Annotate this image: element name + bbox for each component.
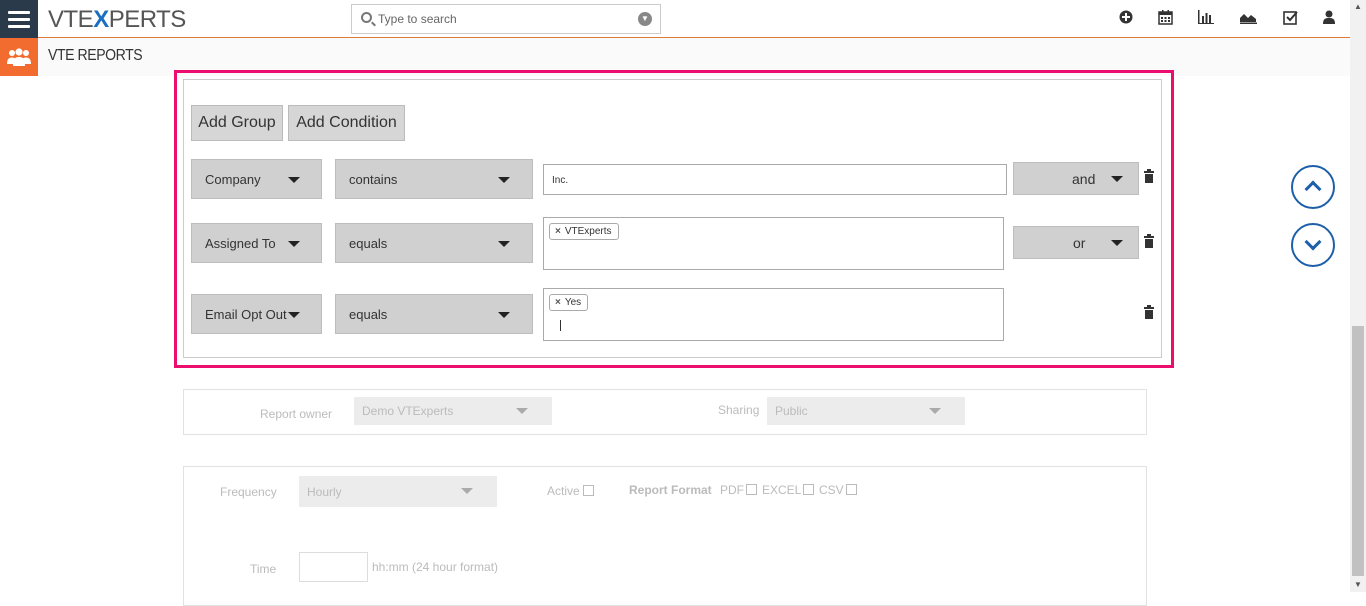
- active-label: Active: [547, 484, 580, 498]
- search-input[interactable]: [378, 10, 628, 28]
- chevron-down-icon: [288, 177, 300, 183]
- condition-field-select[interactable]: Assigned To: [191, 223, 322, 263]
- condition-field-select[interactable]: Email Opt Out: [191, 294, 322, 334]
- remove-chip-icon[interactable]: ×: [555, 226, 561, 237]
- operator-select-value: equals: [349, 236, 388, 251]
- delete-condition-trash-icon[interactable]: [1144, 305, 1154, 319]
- chevron-down-icon: [498, 241, 510, 247]
- top-navbar: VTEXPERTS ▼: [0, 0, 1350, 38]
- field-select-value: Assigned To: [205, 236, 276, 251]
- scroll-up-arrow-icon[interactable]: ▲: [1350, 0, 1366, 14]
- format-pdf-checkbox[interactable]: [746, 484, 757, 495]
- field-select-value: Email Opt Out: [205, 307, 287, 322]
- condition-multiselect-input[interactable]: × Yes: [543, 288, 1004, 341]
- app-logo[interactable]: VTEXPERTS: [48, 6, 186, 34]
- remove-chip-icon[interactable]: ×: [555, 297, 561, 308]
- user-icon[interactable]: [1320, 10, 1338, 28]
- active-checkbox[interactable]: [583, 485, 594, 496]
- scrollbar-thumb[interactable]: [1352, 326, 1364, 576]
- condition-multiselect-input[interactable]: × VTExperts: [543, 217, 1004, 270]
- chevron-down-icon: [516, 408, 528, 414]
- condition-value-input[interactable]: Inc.: [543, 164, 1007, 195]
- delete-condition-trash-icon[interactable]: [1144, 169, 1154, 183]
- chevron-down-icon: [1111, 176, 1123, 182]
- add-group-button[interactable]: Add Group: [191, 105, 283, 141]
- report-owner-value: Demo VTExperts: [362, 404, 454, 418]
- operator-select-value: contains: [349, 172, 398, 187]
- selected-value-chip[interactable]: × Yes: [549, 294, 589, 311]
- chevron-down-icon: [288, 241, 300, 247]
- chevron-down-icon: [498, 177, 510, 183]
- format-excel-checkbox[interactable]: [803, 484, 814, 495]
- report-owner-select[interactable]: Demo VTExperts: [354, 397, 552, 425]
- operator-select-value: equals: [349, 307, 388, 322]
- condition-value-text: Inc.: [552, 175, 569, 186]
- sharing-label: Sharing: [718, 403, 760, 417]
- condition-field-select[interactable]: Company: [191, 159, 322, 199]
- time-label: Time: [250, 562, 277, 576]
- sharing-select[interactable]: Public: [767, 397, 965, 425]
- scroll-to-top-button[interactable]: [1291, 165, 1335, 209]
- chevron-down-icon: [929, 408, 941, 414]
- plus-circle-icon[interactable]: [1117, 10, 1135, 28]
- report-format-label: Report Format: [629, 483, 712, 497]
- format-csv-checkbox[interactable]: [846, 484, 857, 495]
- search-options-icon[interactable]: ▼: [638, 12, 652, 26]
- format-pdf-label: PDF: [720, 483, 744, 497]
- delete-condition-trash-icon[interactable]: [1144, 234, 1154, 248]
- area-chart-icon[interactable]: [1239, 10, 1257, 28]
- report-owner-label: Report owner: [260, 407, 333, 421]
- joiner-select-value: or: [1073, 235, 1086, 251]
- chip-label: Yes: [564, 297, 582, 308]
- task-checkbox-icon[interactable]: [1281, 10, 1299, 28]
- bar-chart-icon[interactable]: [1197, 10, 1215, 28]
- chevron-down-icon: [1111, 240, 1123, 246]
- search-icon: [361, 12, 372, 23]
- hamburger-menu-icon[interactable]: [0, 0, 38, 38]
- logo-text-x: X: [93, 6, 109, 33]
- chevron-down-icon: [288, 312, 300, 318]
- chevron-down-icon: [1304, 233, 1322, 251]
- sharing-value: Public: [775, 404, 808, 418]
- logo-text-suffix: PERTS: [108, 6, 187, 33]
- text-cursor: [560, 320, 561, 331]
- condition-operator-select[interactable]: equals: [335, 223, 533, 263]
- add-condition-button[interactable]: Add Condition: [288, 105, 405, 141]
- module-title[interactable]: VTE REPORTS: [48, 47, 143, 65]
- chevron-down-icon: [461, 488, 473, 494]
- chip-label: VTExperts: [564, 226, 612, 237]
- selected-value-chip[interactable]: × VTExperts: [549, 223, 619, 240]
- format-excel-label: EXCEL: [762, 483, 802, 497]
- time-input[interactable]: [299, 552, 368, 582]
- condition-operator-select[interactable]: contains: [335, 159, 533, 199]
- joiner-select-value: and: [1072, 171, 1096, 187]
- condition-joiner-select[interactable]: and: [1013, 162, 1139, 195]
- users-group-icon[interactable]: [0, 38, 38, 76]
- format-csv-label: CSV: [819, 483, 844, 497]
- chevron-down-icon: [498, 312, 510, 318]
- scroll-down-arrow-icon[interactable]: ▼: [1350, 578, 1366, 592]
- frequency-value: Hourly: [307, 485, 342, 499]
- condition-operator-select[interactable]: equals: [335, 294, 533, 334]
- logo-text-prefix: VTE: [48, 6, 94, 33]
- frequency-select[interactable]: Hourly: [299, 476, 497, 507]
- global-search: ▼: [351, 4, 661, 34]
- calendar-icon[interactable]: [1156, 10, 1174, 28]
- scroll-to-bottom-button[interactable]: [1291, 223, 1335, 267]
- chevron-up-icon: [1304, 180, 1322, 198]
- field-select-value: Company: [205, 172, 261, 187]
- condition-joiner-select[interactable]: or: [1013, 226, 1139, 259]
- frequency-label: Frequency: [220, 485, 277, 499]
- time-format-hint: hh:mm (24 hour format): [372, 560, 499, 574]
